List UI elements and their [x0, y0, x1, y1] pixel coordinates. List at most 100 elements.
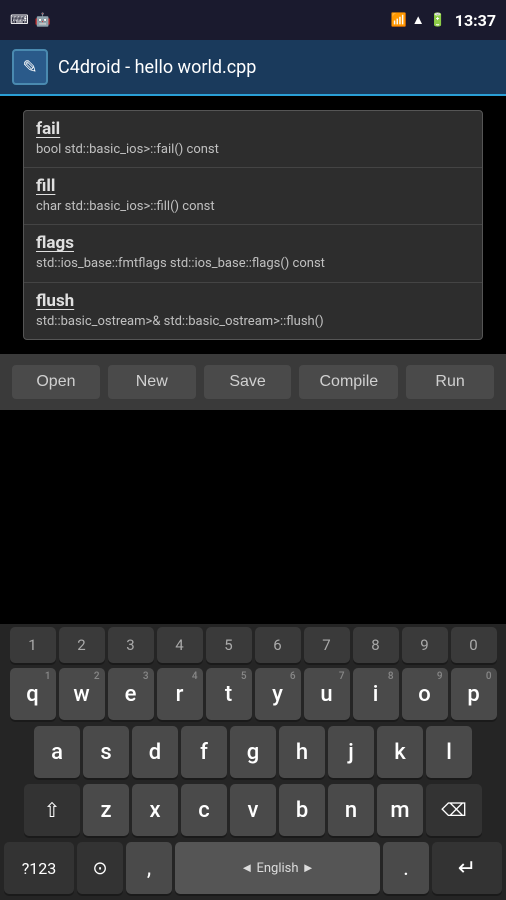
autocomplete-list: failbool std::basic_ios>::fail() constfi…	[23, 110, 483, 340]
period-key[interactable]: .	[383, 842, 429, 894]
num-key-4[interactable]: 4	[157, 627, 203, 663]
filename: hello world.cpp	[135, 57, 257, 78]
letter-key-f[interactable]: f	[181, 726, 227, 778]
app-name: C4droid	[58, 57, 121, 78]
num-key-7[interactable]: 7	[304, 627, 350, 663]
num-key-9[interactable]: 9	[402, 627, 448, 663]
letter-key-d[interactable]: d	[132, 726, 178, 778]
keyboard: 1234567890 1q2w3e4r5t6y7u8i9o0p asdfghjk…	[0, 624, 506, 900]
key-num-hint: 8	[388, 671, 394, 682]
autocomplete-item[interactable]: flagsstd::ios_base::fmtflags std::ios_ba…	[24, 225, 482, 282]
key-num-hint: 1	[45, 671, 51, 682]
delete-key[interactable]: ⌫	[426, 784, 482, 836]
comma-key[interactable]: ,	[126, 842, 172, 894]
letter-key-o[interactable]: 9o	[402, 668, 448, 720]
wifi-icon: ▲	[412, 12, 425, 28]
ac-item-name: flush	[36, 291, 470, 311]
key-label: e	[125, 682, 137, 707]
letter-key-e[interactable]: 3e	[108, 668, 154, 720]
battery-icon: 🔋	[430, 13, 446, 28]
toolbar-btn-compile[interactable]: Compile	[299, 365, 398, 399]
status-right-icons: 📶 ▲ 🔋 13:37	[391, 11, 496, 30]
key-num-hint: 5	[241, 671, 247, 682]
ac-item-desc: std::ios_base::fmtflags std::ios_base::f…	[36, 255, 470, 273]
toolbar: OpenNewSaveCompileRun	[0, 354, 506, 410]
status-left-icons: ⌨ 🤖	[10, 13, 51, 28]
status-bar: ⌨ 🤖 📶 ▲ 🔋 13:37	[0, 0, 506, 40]
letter-key-i[interactable]: 8i	[353, 668, 399, 720]
android-icon: 🤖	[35, 13, 51, 28]
key-label: o	[418, 682, 430, 707]
letter-key-y[interactable]: 6y	[255, 668, 301, 720]
title-separator: -	[121, 57, 135, 78]
letter-key-w[interactable]: 2w	[59, 668, 105, 720]
num-key-5[interactable]: 5	[206, 627, 252, 663]
key-row-3: ⇧zxcvbnm⌫	[0, 781, 506, 839]
autocomplete-item[interactable]: fillchar std::basic_ios>::fill() const	[24, 168, 482, 225]
key-row-1: 1q2w3e4r5t6y7u8i9o0p	[0, 665, 506, 723]
letter-key-z[interactable]: z	[83, 784, 129, 836]
key-num-hint: 0	[486, 671, 492, 682]
autocomplete-item[interactable]: flushstd::basic_ostream>& std::basic_ost…	[24, 283, 482, 339]
autocomplete-item[interactable]: failbool std::basic_ios>::fail() const	[24, 111, 482, 168]
key-label: t	[225, 682, 232, 707]
key-num-hint: 2	[94, 671, 100, 682]
letter-key-t[interactable]: 5t	[206, 668, 252, 720]
letter-key-h[interactable]: h	[279, 726, 325, 778]
shift-key[interactable]: ⇧	[24, 784, 80, 836]
letter-key-k[interactable]: k	[377, 726, 423, 778]
letter-key-v[interactable]: v	[230, 784, 276, 836]
enter-key[interactable]: ↵	[432, 842, 502, 894]
key-num-hint: 9	[437, 671, 443, 682]
sim-icon: 📶	[391, 13, 407, 28]
num-key-1[interactable]: 1	[10, 627, 56, 663]
letter-key-s[interactable]: s	[83, 726, 129, 778]
letter-key-l[interactable]: l	[426, 726, 472, 778]
num-key-6[interactable]: 6	[255, 627, 301, 663]
num-key-0[interactable]: 0	[451, 627, 497, 663]
toolbar-btn-open[interactable]: Open	[12, 365, 100, 399]
toolbar-btn-new[interactable]: New	[108, 365, 196, 399]
key-label: q	[26, 682, 38, 707]
letter-key-b[interactable]: b	[279, 784, 325, 836]
title-text: C4droid - hello world.cpp	[58, 57, 256, 78]
app-icon: ✎	[12, 49, 48, 85]
settings-key[interactable]: ⊙	[77, 842, 123, 894]
key-num-hint: 6	[290, 671, 296, 682]
title-bar: ✎ C4droid - hello world.cpp	[0, 40, 506, 96]
num-key-3[interactable]: 3	[108, 627, 154, 663]
key-label: u	[320, 682, 332, 707]
toolbar-btn-run[interactable]: Run	[406, 365, 494, 399]
letter-key-g[interactable]: g	[230, 726, 276, 778]
num-key-8[interactable]: 8	[353, 627, 399, 663]
key-label: w	[73, 682, 89, 707]
key-row-bottom: ?123⊙,◄ English ►.↵	[0, 839, 506, 900]
letter-key-x[interactable]: x	[132, 784, 178, 836]
key-label: i	[373, 682, 379, 707]
letter-key-r[interactable]: 4r	[157, 668, 203, 720]
key-num-hint: 7	[339, 671, 345, 682]
ac-item-desc: std::basic_ostream>& std::basic_ostream>…	[36, 313, 470, 331]
key-label: r	[176, 682, 184, 707]
space-key[interactable]: ◄ English ►	[175, 842, 380, 894]
num-key-2[interactable]: 2	[59, 627, 105, 663]
ac-item-desc: bool std::basic_ios>::fail() const	[36, 141, 470, 159]
key-row-2: asdfghjkl	[0, 723, 506, 781]
num123-key[interactable]: ?123	[4, 842, 74, 894]
ac-item-name: fill	[36, 176, 470, 196]
ac-item-name: flags	[36, 233, 470, 253]
keyboard-icon: ⌨	[10, 13, 29, 28]
letter-key-a[interactable]: a	[34, 726, 80, 778]
letter-key-c[interactable]: c	[181, 784, 227, 836]
letter-key-q[interactable]: 1q	[10, 668, 56, 720]
key-num-hint: 4	[192, 671, 198, 682]
letter-key-u[interactable]: 7u	[304, 668, 350, 720]
letter-key-m[interactable]: m	[377, 784, 423, 836]
letter-key-p[interactable]: 0p	[451, 668, 497, 720]
letter-key-n[interactable]: n	[328, 784, 374, 836]
letter-key-j[interactable]: j	[328, 726, 374, 778]
app-icon-symbol: ✎	[22, 57, 37, 78]
toolbar-btn-save[interactable]: Save	[204, 365, 292, 399]
clock: 13:37	[455, 11, 496, 30]
key-label: p	[467, 682, 479, 707]
